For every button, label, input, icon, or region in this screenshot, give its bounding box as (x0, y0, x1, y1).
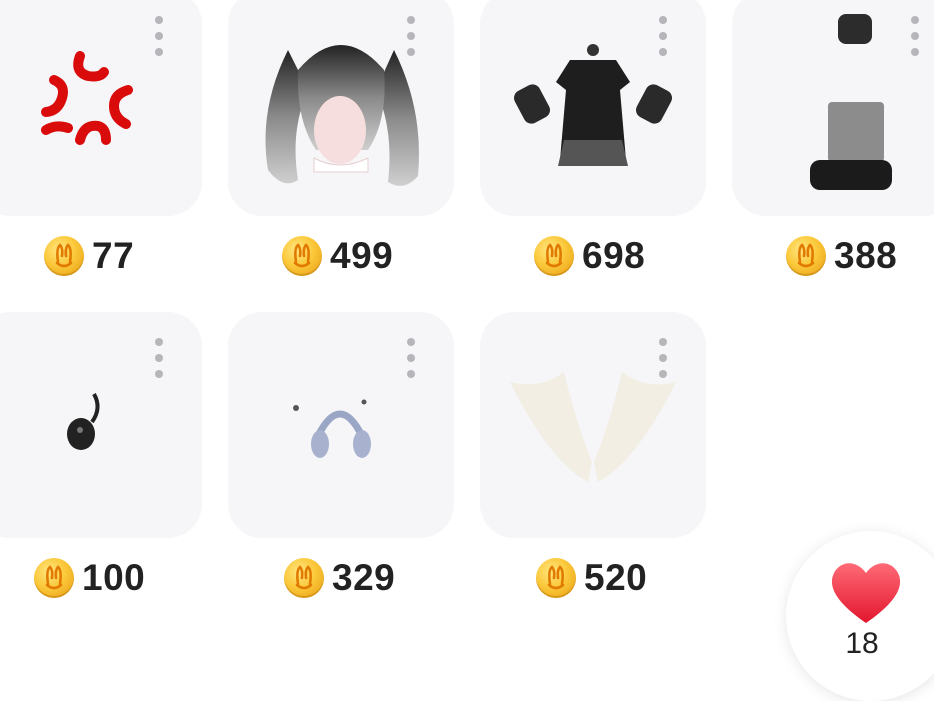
bunny-coin-icon (282, 236, 322, 276)
more-options-icon[interactable] (659, 16, 667, 56)
price-value: 520 (584, 557, 648, 598)
bunny-coin-icon (34, 558, 74, 598)
more-options-icon[interactable] (659, 338, 667, 378)
bunny-coin-icon (536, 558, 576, 598)
black-plush-image (67, 393, 100, 450)
price-label: 698 (534, 234, 645, 278)
platform-boots-image (810, 14, 892, 190)
more-options-icon[interactable] (911, 16, 919, 56)
like-count: 18 (845, 627, 879, 660)
bunny-coin-icon (534, 236, 574, 276)
price-label: 499 (282, 234, 393, 278)
item-card-black-plush-accessory[interactable] (0, 312, 202, 538)
bunny-coin-icon (284, 558, 324, 598)
price-label: 100 (34, 556, 145, 600)
more-options-icon[interactable] (155, 338, 163, 378)
price-value: 499 (330, 235, 394, 276)
item-card-platform-boots-outfit[interactable] (732, 0, 934, 216)
white-wings-image (510, 372, 676, 482)
heart-icon (831, 563, 901, 623)
like-button[interactable]: 18 (786, 531, 934, 701)
price-label: 77 (44, 234, 134, 278)
item-card-white-wings[interactable] (480, 312, 706, 538)
item-card-bunny-ear-hair[interactable] (228, 0, 454, 216)
more-options-icon[interactable] (407, 16, 415, 56)
price-value: 329 (332, 557, 396, 598)
price-value: 388 (834, 235, 898, 276)
price-value: 100 (82, 557, 146, 598)
price-label: 329 (284, 556, 395, 600)
price-label: 520 (536, 556, 647, 600)
bunny-coin-icon (786, 236, 826, 276)
price-value: 77 (92, 235, 135, 276)
headphones-image (293, 399, 371, 458)
more-options-icon[interactable] (155, 16, 163, 56)
bunny-coin-icon (44, 236, 84, 276)
price-label: 388 (786, 234, 897, 278)
price-value: 698 (582, 235, 646, 276)
gothic-dress-image (514, 44, 672, 166)
item-card-anger-emote[interactable] (0, 0, 202, 216)
more-options-icon[interactable] (407, 338, 415, 378)
anger-emote-image (41, 51, 133, 145)
item-card-gothic-dress-outfit[interactable] (480, 0, 706, 216)
bunny-ear-hair-image (265, 45, 419, 186)
item-card-headphones-accessory[interactable] (228, 312, 454, 538)
